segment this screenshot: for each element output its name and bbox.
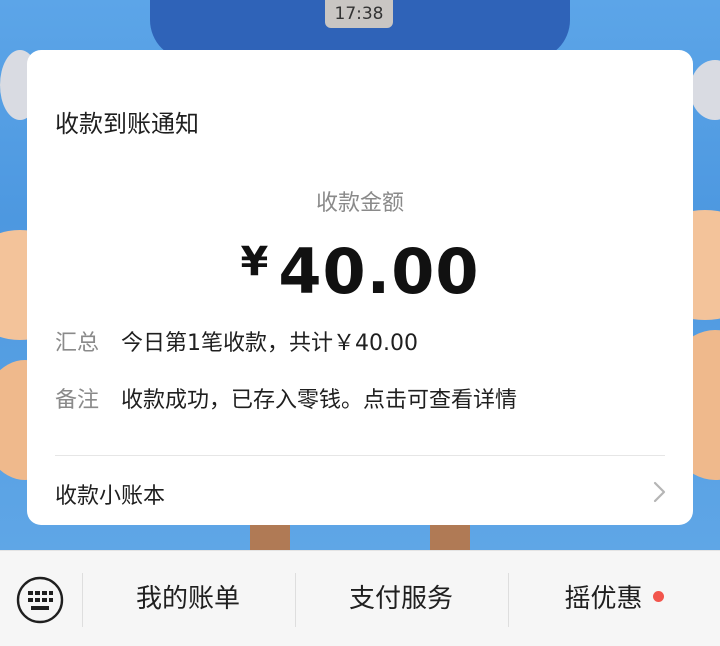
keyboard-icon[interactable] [15, 575, 65, 625]
message-timestamp: 17:38 [325, 0, 393, 28]
remark-key: 备注 [55, 388, 100, 413]
amount-value: 40.00 [278, 235, 480, 308]
summary-row: 汇总 今日第1笔收款，共计￥40.00 [55, 325, 418, 357]
bottom-menu-bar: 我的账单 支付服务 摇优惠 [0, 550, 720, 646]
cloud-decoration [690, 60, 720, 120]
menu-shake-deals[interactable]: 摇优惠 [508, 551, 720, 646]
menu-payment-services[interactable]: 支付服务 [295, 551, 507, 646]
ledger-link[interactable]: 收款小账本 [27, 456, 693, 525]
summary-value: 今日第1笔收款，共计￥40.00 [121, 331, 418, 356]
payment-notification-card[interactable]: 收款到账通知 收款金额 ¥40.00 汇总 今日第1笔收款，共计￥40.00 备注… [27, 50, 693, 525]
menu-my-bills[interactable]: 我的账单 [82, 551, 294, 646]
remark-value: 收款成功，已存入零钱。点击可查看详情 [121, 388, 518, 413]
red-dot-badge [652, 591, 664, 602]
remark-row: 备注 收款成功，已存入零钱。点击可查看详情 [55, 382, 517, 414]
chevron-right-icon [653, 481, 666, 503]
menu-shake-deals-label: 摇优惠 [564, 584, 643, 614]
amount-label: 收款金额 [315, 191, 404, 216]
ledger-label: 收款小账本 [55, 484, 166, 509]
amount-display: ¥40.00 [27, 235, 693, 308]
currency-symbol: ¥ [240, 239, 269, 285]
card-title: 收款到账通知 [55, 110, 199, 138]
summary-key: 汇总 [55, 331, 100, 356]
